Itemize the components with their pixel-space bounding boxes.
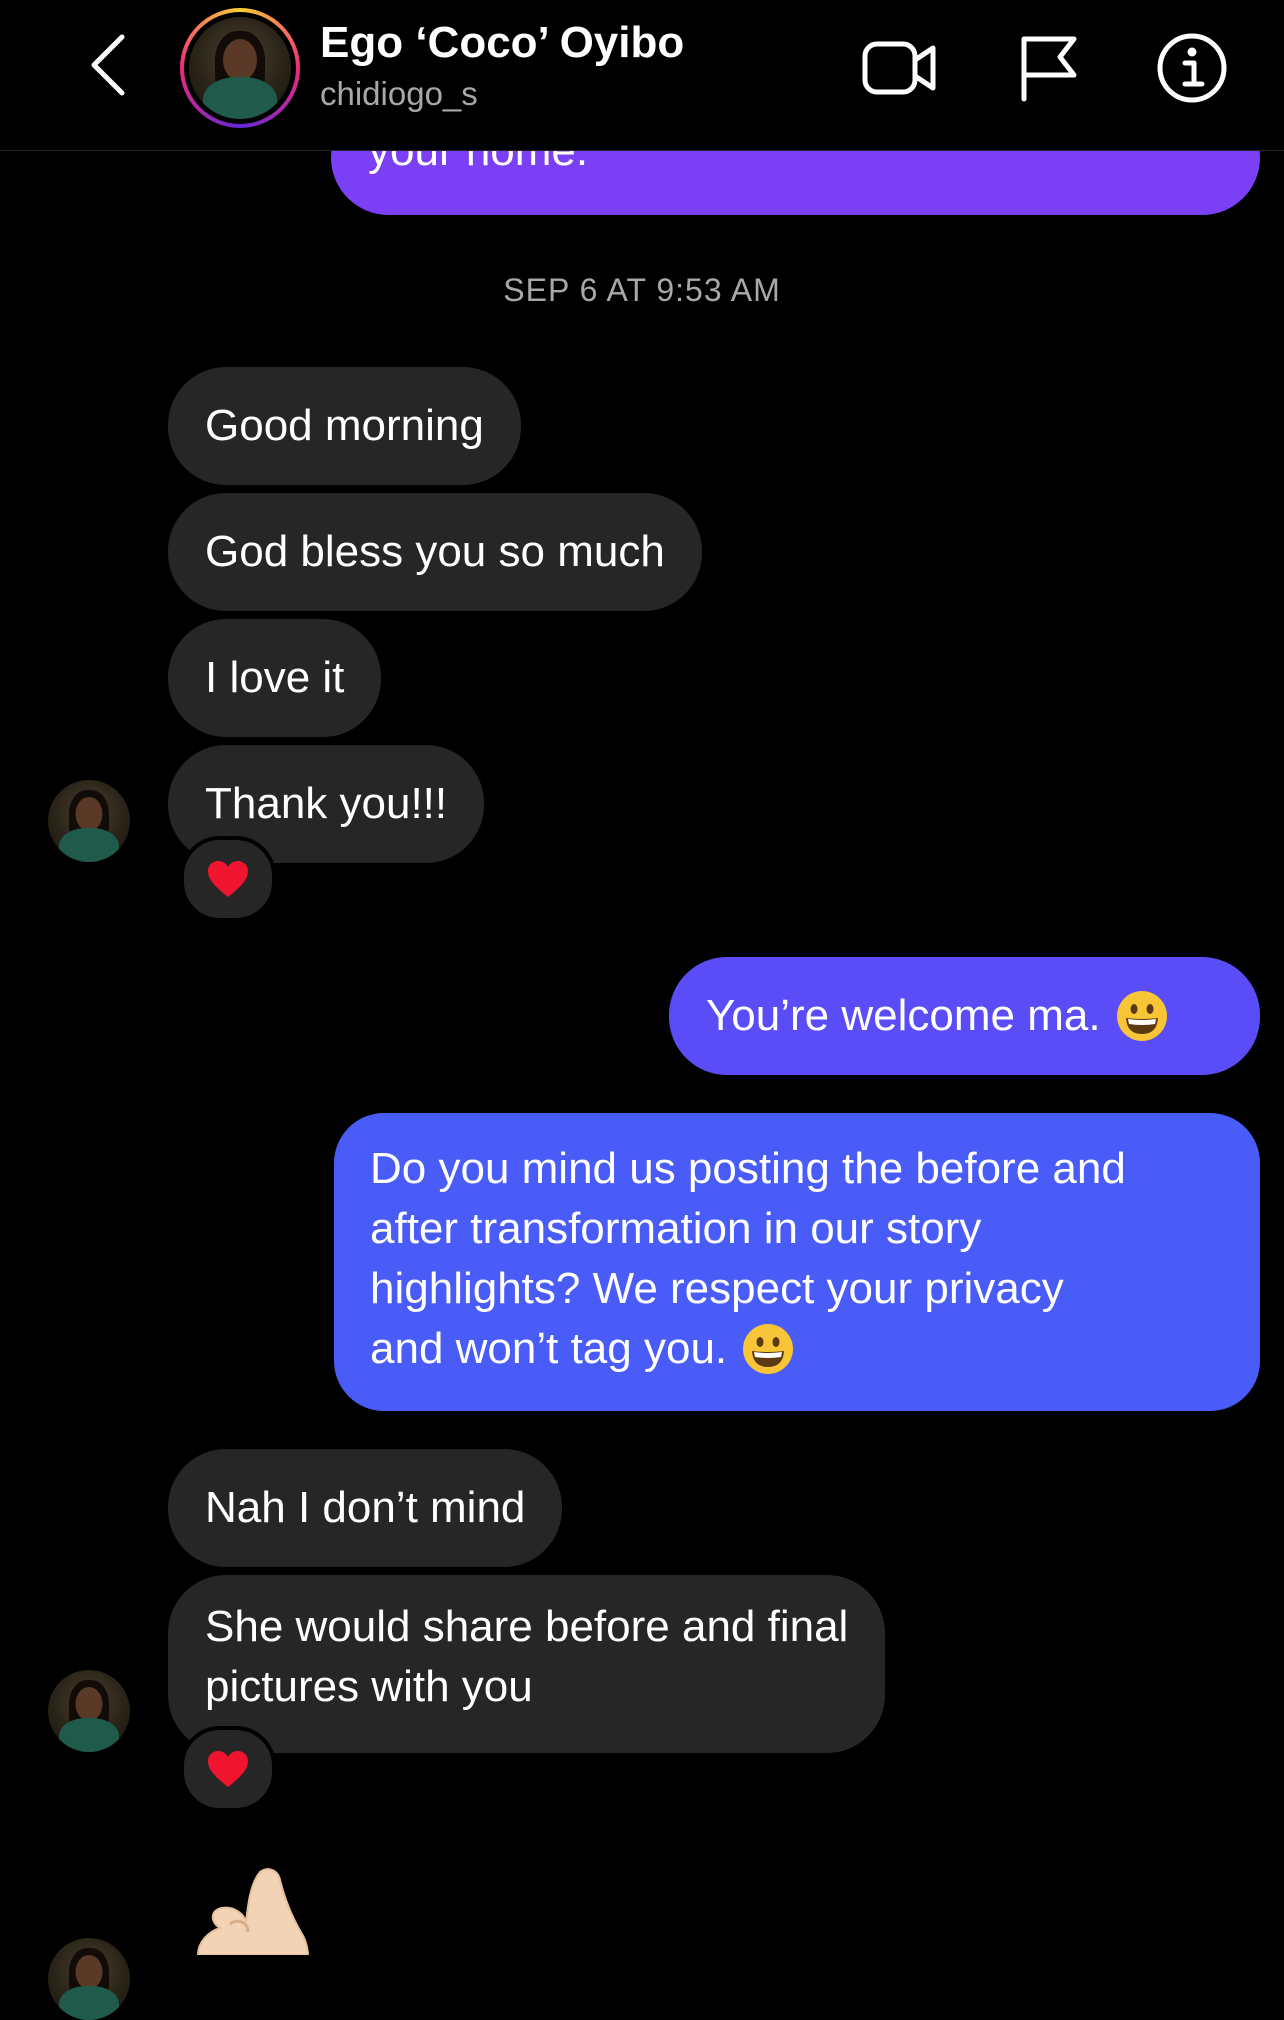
heart-reaction[interactable]: [180, 836, 276, 922]
contact-name: Ego ‘Coco’ Oyibo: [320, 18, 685, 67]
grinning-face-icon: [743, 1324, 794, 1374]
incoming-message[interactable]: Good morning: [168, 367, 521, 485]
message-text: Nah I don’t mind: [205, 1483, 526, 1532]
outgoing-message[interactable]: Do you mind us posting the before and af…: [334, 1113, 1260, 1411]
info-icon: [1157, 33, 1227, 103]
heart-reaction[interactable]: [180, 1726, 276, 1812]
message-line: She would share before and final: [205, 1602, 849, 1651]
ok-hand-emoji-icon[interactable]: [190, 1862, 320, 1955]
sender-avatar[interactable]: [48, 1938, 130, 2020]
heart-icon: [208, 861, 248, 897]
back-button[interactable]: [78, 30, 138, 100]
header-names[interactable]: Ego ‘Coco’ Oyibo chidiogo_s: [320, 14, 684, 116]
chevron-left-icon: [91, 34, 125, 96]
incoming-message[interactable]: Nah I don’t mind: [168, 1449, 563, 1567]
incoming-message[interactable]: She would share before and final picture…: [168, 1575, 886, 1753]
incoming-message[interactable]: I love it: [168, 619, 382, 737]
message-text: You’re welcome ma.: [706, 991, 1101, 1040]
grinning-face-icon: [1116, 991, 1167, 1041]
heart-icon: [208, 1751, 248, 1787]
info-button[interactable]: [1152, 28, 1232, 108]
message-text: Thank you!!!: [205, 779, 448, 828]
flag-icon: [1021, 36, 1077, 102]
sender-avatar[interactable]: [48, 1670, 130, 1752]
contact-username: chidiogo_s: [320, 75, 478, 112]
message-text: Good morning: [205, 401, 484, 450]
profile-avatar[interactable]: [180, 8, 300, 128]
message-line: pictures with you: [205, 1662, 533, 1711]
message-text: I love it: [205, 653, 345, 702]
timestamp: SEP 6 AT 9:53 AM: [503, 272, 781, 308]
outgoing-message[interactable]: You’re welcome ma.: [669, 957, 1260, 1075]
video-call-button[interactable]: [860, 28, 940, 108]
incoming-message[interactable]: God bless you so much: [168, 493, 702, 611]
message-text: God bless you so much: [205, 527, 665, 576]
sender-avatar[interactable]: [48, 780, 130, 862]
chat-header: Ego ‘Coco’ Oyibo chidiogo_s: [0, 0, 1284, 151]
video-camera-icon: [862, 41, 936, 95]
message-line: Do you mind us posting the before and: [370, 1144, 1126, 1193]
message-line: and won’t tag you.: [370, 1324, 728, 1373]
message-line: after transformation in our story: [370, 1204, 982, 1253]
report-button[interactable]: [1008, 28, 1088, 108]
message-line: highlights? We respect your privacy: [370, 1264, 1064, 1313]
